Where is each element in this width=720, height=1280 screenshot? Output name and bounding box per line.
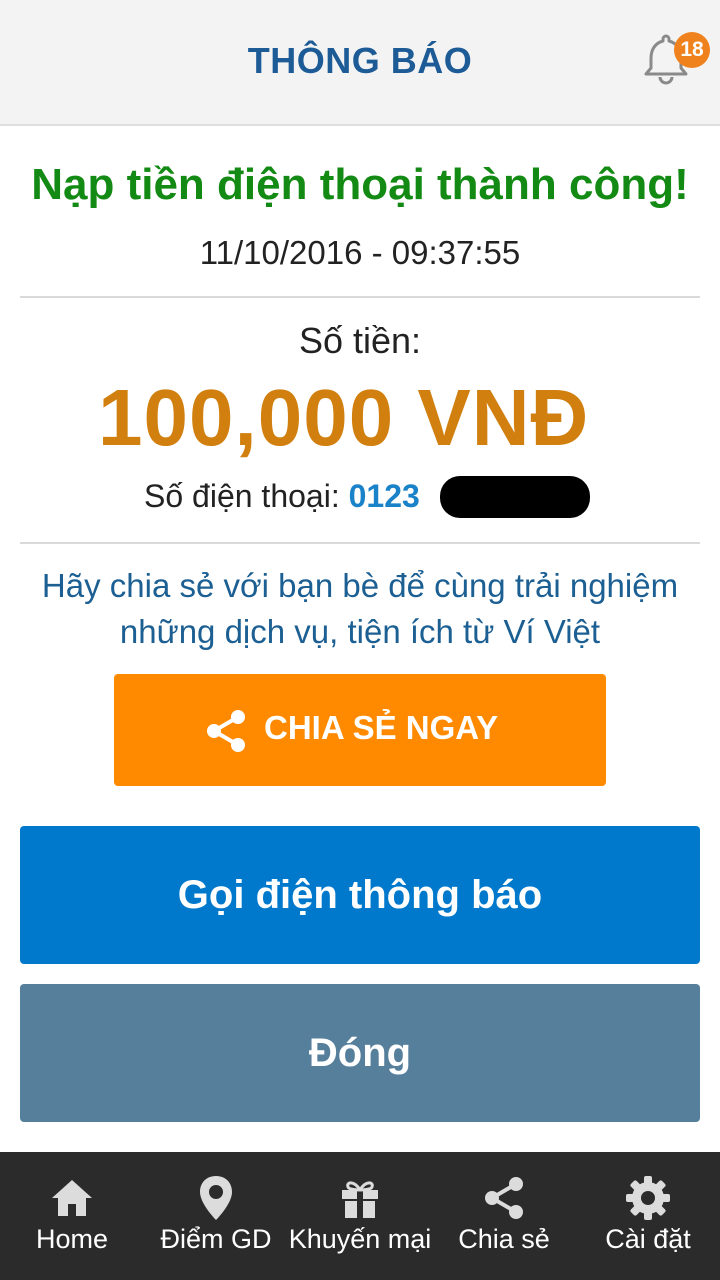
divider [20,542,700,544]
phone-label: Số điện thoại: [144,478,349,514]
phone-value: 0123 [348,478,420,514]
location-pin-icon [200,1176,232,1220]
nav-label: Điểm GD [160,1224,272,1254]
success-title: Nạp tiền điện thoại thành công! [31,160,689,209]
page-title: THÔNG BÁO [247,40,473,81]
nav-item-home[interactable]: Home [0,1152,144,1280]
notifications-button[interactable]: 18 [638,30,712,86]
nav-label: Chia sẻ [458,1224,550,1254]
transaction-datetime: 11/10/2016 - 09:37:55 [199,234,521,271]
bottom-nav: Home Điểm GD Khuyến mại Chia sẻ Cài đặt [0,1152,720,1280]
home-icon [52,1180,92,1216]
close-button[interactable]: Đóng [20,984,700,1122]
share-now-button[interactable]: CHIA SẺ NGAY [114,674,606,786]
nav-label: Cài đặt [605,1224,691,1254]
share-icon [207,710,245,752]
share-now-label: CHIA SẺ NGAY [264,709,499,746]
nav-label: Khuyến mại [288,1224,432,1254]
amount-label: Số tiền: [298,320,422,361]
nav-item-promotions[interactable]: Khuyến mại [288,1152,432,1280]
share-icon [485,1177,523,1219]
nav-item-points[interactable]: Điểm GD [144,1152,288,1280]
redaction-mark [440,476,590,518]
notification-badge: 18 [674,32,710,68]
call-notify-button[interactable]: Gọi điện thông báo [20,826,700,964]
nav-item-settings[interactable]: Cài đặt [576,1152,720,1280]
divider [20,296,700,298]
gear-icon [626,1176,670,1220]
amount-value: 100,000 VNĐ [98,373,590,462]
share-message: Hãy chia sẻ với bạn bè để cùng trải nghi… [41,567,679,650]
header-bar: THÔNG BÁO 18 [0,0,720,126]
nav-label: Home [35,1224,109,1254]
nav-item-share[interactable]: Chia sẻ [432,1152,576,1280]
gift-icon [342,1181,378,1218]
phone-row: Số điện thoại: 0123 [144,478,420,515]
